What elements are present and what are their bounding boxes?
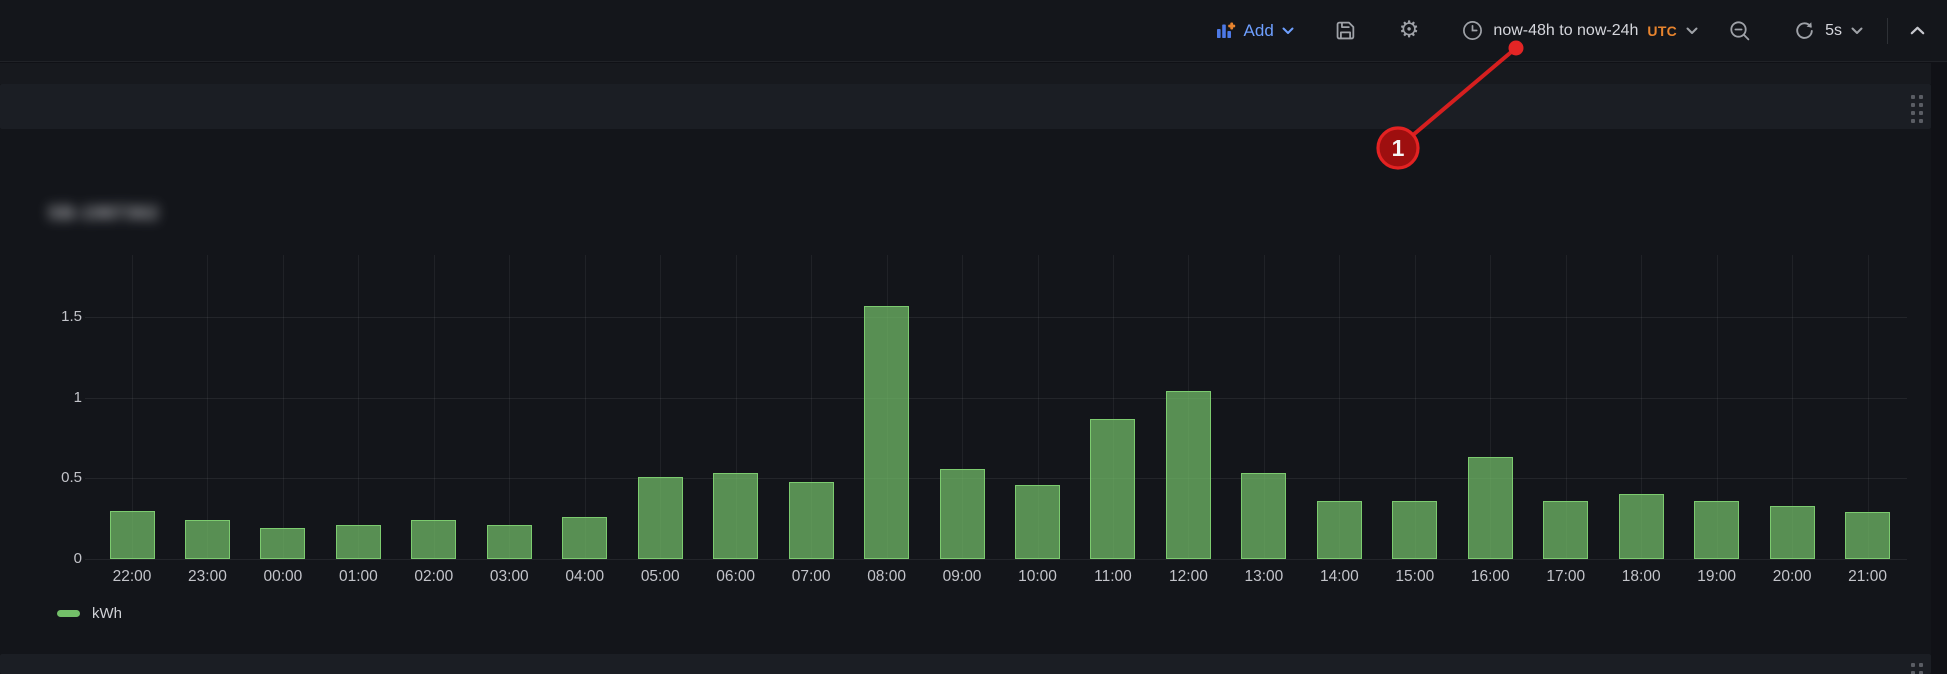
x-tick-label: 19:00 xyxy=(1683,567,1751,587)
dashboard-canvas-gap xyxy=(0,63,1931,84)
bar-19:00[interactable] xyxy=(1694,501,1739,559)
legend-label: kWh xyxy=(92,605,122,622)
x-tick-label: 22:00 xyxy=(98,567,166,587)
dashboard-toolbar: Add ⚙ now-48h xyxy=(0,0,1947,62)
gridline-v xyxy=(358,255,359,559)
panel-strip-bottom[interactable] xyxy=(0,654,1931,674)
gear-icon: ⚙ xyxy=(1399,19,1420,42)
x-tick-label: 09:00 xyxy=(928,567,996,587)
save-dashboard-button[interactable] xyxy=(1334,19,1357,42)
bar-00:00[interactable] xyxy=(260,528,305,559)
save-icon xyxy=(1334,19,1357,42)
bar-08:00[interactable] xyxy=(864,306,909,559)
energy-chart-panel: SB-1987362 0 0.5 1 1.5 22:00 23:00 00:00 01:00… xyxy=(0,129,1931,654)
bar-chart-plus-icon xyxy=(1215,20,1236,41)
bar-02:00[interactable] xyxy=(411,520,456,559)
bar-10:00[interactable] xyxy=(1015,485,1060,559)
bar-09:00[interactable] xyxy=(940,469,985,559)
bar-04:00[interactable] xyxy=(562,517,607,559)
x-tick-label: 18:00 xyxy=(1607,567,1675,587)
gridline-v xyxy=(283,255,284,559)
chevron-down-icon[interactable] xyxy=(1851,27,1863,35)
bar-14:00[interactable] xyxy=(1317,501,1362,559)
y-tick-label: 1.5 xyxy=(28,307,82,327)
zoom-out-icon xyxy=(1728,19,1752,43)
add-button-label: Add xyxy=(1244,21,1274,41)
refresh-picker: 5s xyxy=(1792,19,1863,43)
dashboard-settings-button[interactable]: ⚙ xyxy=(1399,19,1420,42)
y-tick-label: 0.5 xyxy=(28,468,82,488)
bar-01:00[interactable] xyxy=(336,525,381,559)
x-tick-label: 11:00 xyxy=(1079,567,1147,587)
add-panel-button[interactable]: Add xyxy=(1215,20,1294,41)
toolbar-divider xyxy=(1887,18,1888,44)
time-range-picker[interactable]: now-48h to now-24h UTC xyxy=(1461,19,1698,42)
time-range-label: now-48h to now-24h xyxy=(1493,22,1638,40)
drag-handle-icon[interactable] xyxy=(1911,663,1923,674)
gridline-h xyxy=(85,559,1907,560)
x-tick-label: 00:00 xyxy=(249,567,317,587)
bar-22:00[interactable] xyxy=(110,511,155,559)
zoom-out-time-button[interactable] xyxy=(1728,19,1752,43)
bar-16:00[interactable] xyxy=(1468,457,1513,559)
gridline-v xyxy=(207,255,208,559)
x-tick-label: 14:00 xyxy=(1305,567,1373,587)
x-tick-label: 23:00 xyxy=(173,567,241,587)
panel-title-redacted: SB-1987362 xyxy=(48,203,159,224)
x-tick-label: 03:00 xyxy=(475,567,543,587)
drag-handle-icon[interactable] xyxy=(1911,95,1923,123)
bar-12:00[interactable] xyxy=(1166,391,1211,559)
bar-17:00[interactable] xyxy=(1543,501,1588,559)
gridline-v xyxy=(509,255,510,559)
x-tick-label: 17:00 xyxy=(1532,567,1600,587)
clock-icon xyxy=(1461,19,1484,42)
x-tick-label: 02:00 xyxy=(400,567,468,587)
collapse-toolbar-button[interactable] xyxy=(1910,26,1925,35)
x-tick-label: 07:00 xyxy=(777,567,845,587)
x-tick-label: 15:00 xyxy=(1381,567,1449,587)
bar-18:00[interactable] xyxy=(1619,494,1664,559)
plot-area xyxy=(95,255,1907,559)
x-tick-label: 01:00 xyxy=(324,567,392,587)
bar-07:00[interactable] xyxy=(789,482,834,559)
x-tick-label: 16:00 xyxy=(1456,567,1524,587)
y-tick-label: 1 xyxy=(28,388,82,408)
bar-13:00[interactable] xyxy=(1241,473,1286,559)
x-tick-label: 20:00 xyxy=(1758,567,1826,587)
bar-20:00[interactable] xyxy=(1770,506,1815,559)
bar-06:00[interactable] xyxy=(713,473,758,559)
chevron-down-icon xyxy=(1282,27,1294,35)
series-color-swatch xyxy=(57,610,80,617)
x-tick-label: 12:00 xyxy=(1154,567,1222,587)
bar-23:00[interactable] xyxy=(185,520,230,559)
gridline-v xyxy=(434,255,435,559)
grafana-dashboard: Add ⚙ now-48h xyxy=(0,0,1947,674)
x-tick-label: 05:00 xyxy=(626,567,694,587)
legend-item-kwh[interactable]: kWh xyxy=(57,605,122,622)
bar-05:00[interactable] xyxy=(638,477,683,559)
y-tick-label: 0 xyxy=(28,549,82,569)
bar-21:00[interactable] xyxy=(1845,512,1890,559)
gridline-v xyxy=(585,255,586,559)
timezone-label: UTC xyxy=(1647,23,1677,39)
x-tick-label: 04:00 xyxy=(551,567,619,587)
chevron-up-icon xyxy=(1910,26,1925,35)
refresh-icon[interactable] xyxy=(1792,19,1816,43)
bar-15:00[interactable] xyxy=(1392,501,1437,559)
refresh-interval-label[interactable]: 5s xyxy=(1825,22,1842,40)
panel-strip-top[interactable] xyxy=(0,84,1931,129)
x-tick-label: 06:00 xyxy=(702,567,770,587)
bar-03:00[interactable] xyxy=(487,525,532,559)
chevron-down-icon xyxy=(1686,27,1698,35)
bar-11:00[interactable] xyxy=(1090,419,1135,559)
x-tick-label: 21:00 xyxy=(1834,567,1902,587)
x-tick-label: 10:00 xyxy=(1004,567,1072,587)
x-tick-label: 13:00 xyxy=(1230,567,1298,587)
x-tick-label: 08:00 xyxy=(853,567,921,587)
